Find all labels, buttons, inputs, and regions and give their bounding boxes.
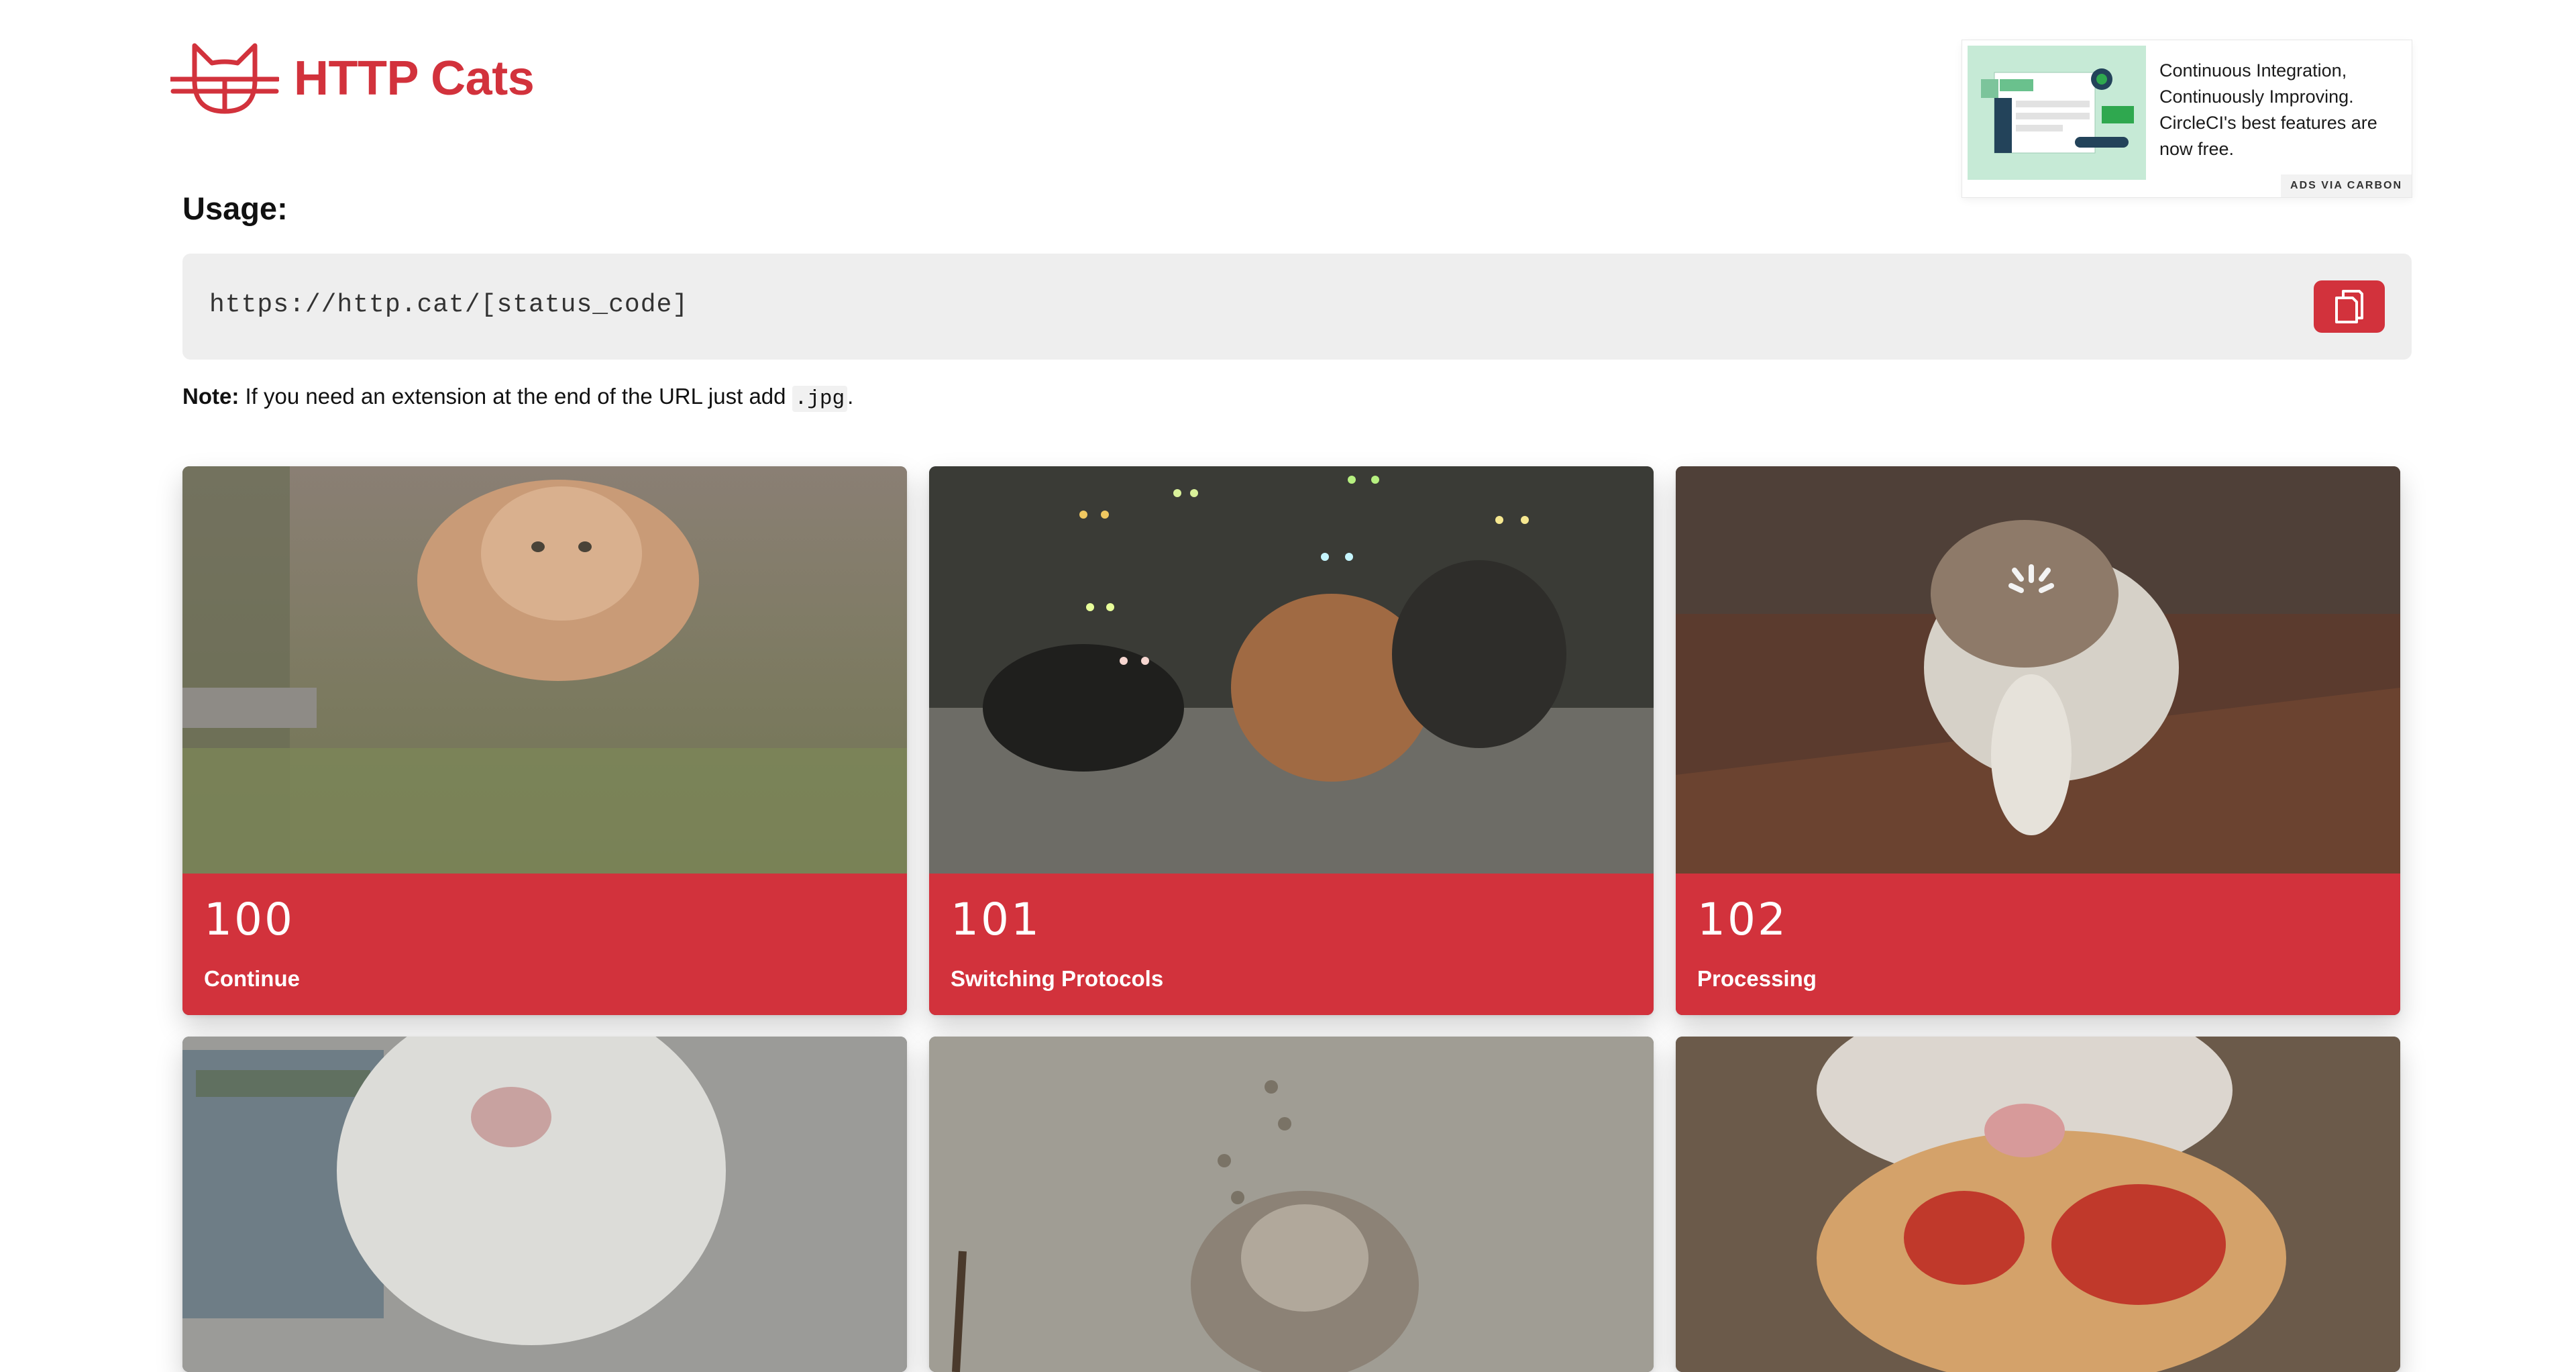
status-card-100[interactable]: 100 Continue [182, 466, 907, 1015]
status-label: Continue [204, 966, 300, 991]
status-code: 102 [1697, 894, 1788, 945]
site-logo[interactable]: HTTP Cats [170, 40, 535, 117]
cat-image-103 [182, 1037, 907, 1372]
status-card-102[interactable]: 102 Processing [1676, 466, 2400, 1015]
cat-image-200 [929, 1037, 1654, 1372]
status-code: 100 [204, 894, 294, 945]
status-card-200[interactable] [929, 1037, 1654, 1372]
ads-via-carbon-link[interactable]: ADS VIA CARBON [2281, 174, 2412, 197]
copy-icon [2335, 290, 2363, 323]
status-card-103[interactable] [182, 1037, 907, 1372]
cat-image-201 [1676, 1037, 2400, 1372]
usage-heading: Usage: [182, 191, 288, 226]
cat-image-101 [929, 466, 1654, 874]
status-label: Processing [1697, 966, 1817, 991]
copy-url-button[interactable] [2314, 280, 2385, 333]
cat-image-100 [182, 466, 907, 874]
note-label: Note: [182, 384, 239, 409]
status-card-101[interactable]: 101 Switching Protocols [929, 466, 1654, 1015]
usage-note: Note: If you need an extension at the en… [182, 384, 854, 412]
card-caption: 100 Continue [182, 874, 907, 1015]
usage-url-box: https://http.cat/[status_code] [182, 254, 2412, 360]
carbon-ad[interactable]: Continuous Integration, Continuously Imp… [1962, 40, 2412, 197]
card-caption: 102 Processing [1676, 874, 2400, 1015]
usage-url: https://http.cat/[status_code] [209, 291, 689, 319]
ad-image[interactable] [1968, 46, 2146, 180]
note-code: .jpg [792, 386, 848, 412]
logo-text: HTTP Cats [294, 52, 535, 105]
status-card-201[interactable] [1676, 1037, 2400, 1372]
cat-image-102 [1676, 466, 2400, 874]
ad-text[interactable]: Continuous Integration, Continuously Imp… [2146, 40, 2401, 197]
status-code: 101 [951, 894, 1041, 945]
status-label: Switching Protocols [951, 966, 1164, 991]
card-caption: 101 Switching Protocols [929, 874, 1654, 1015]
note-text: If you need an extension at the end of t… [239, 384, 792, 409]
cat-logo-icon [170, 43, 279, 114]
note-end: . [847, 384, 854, 409]
